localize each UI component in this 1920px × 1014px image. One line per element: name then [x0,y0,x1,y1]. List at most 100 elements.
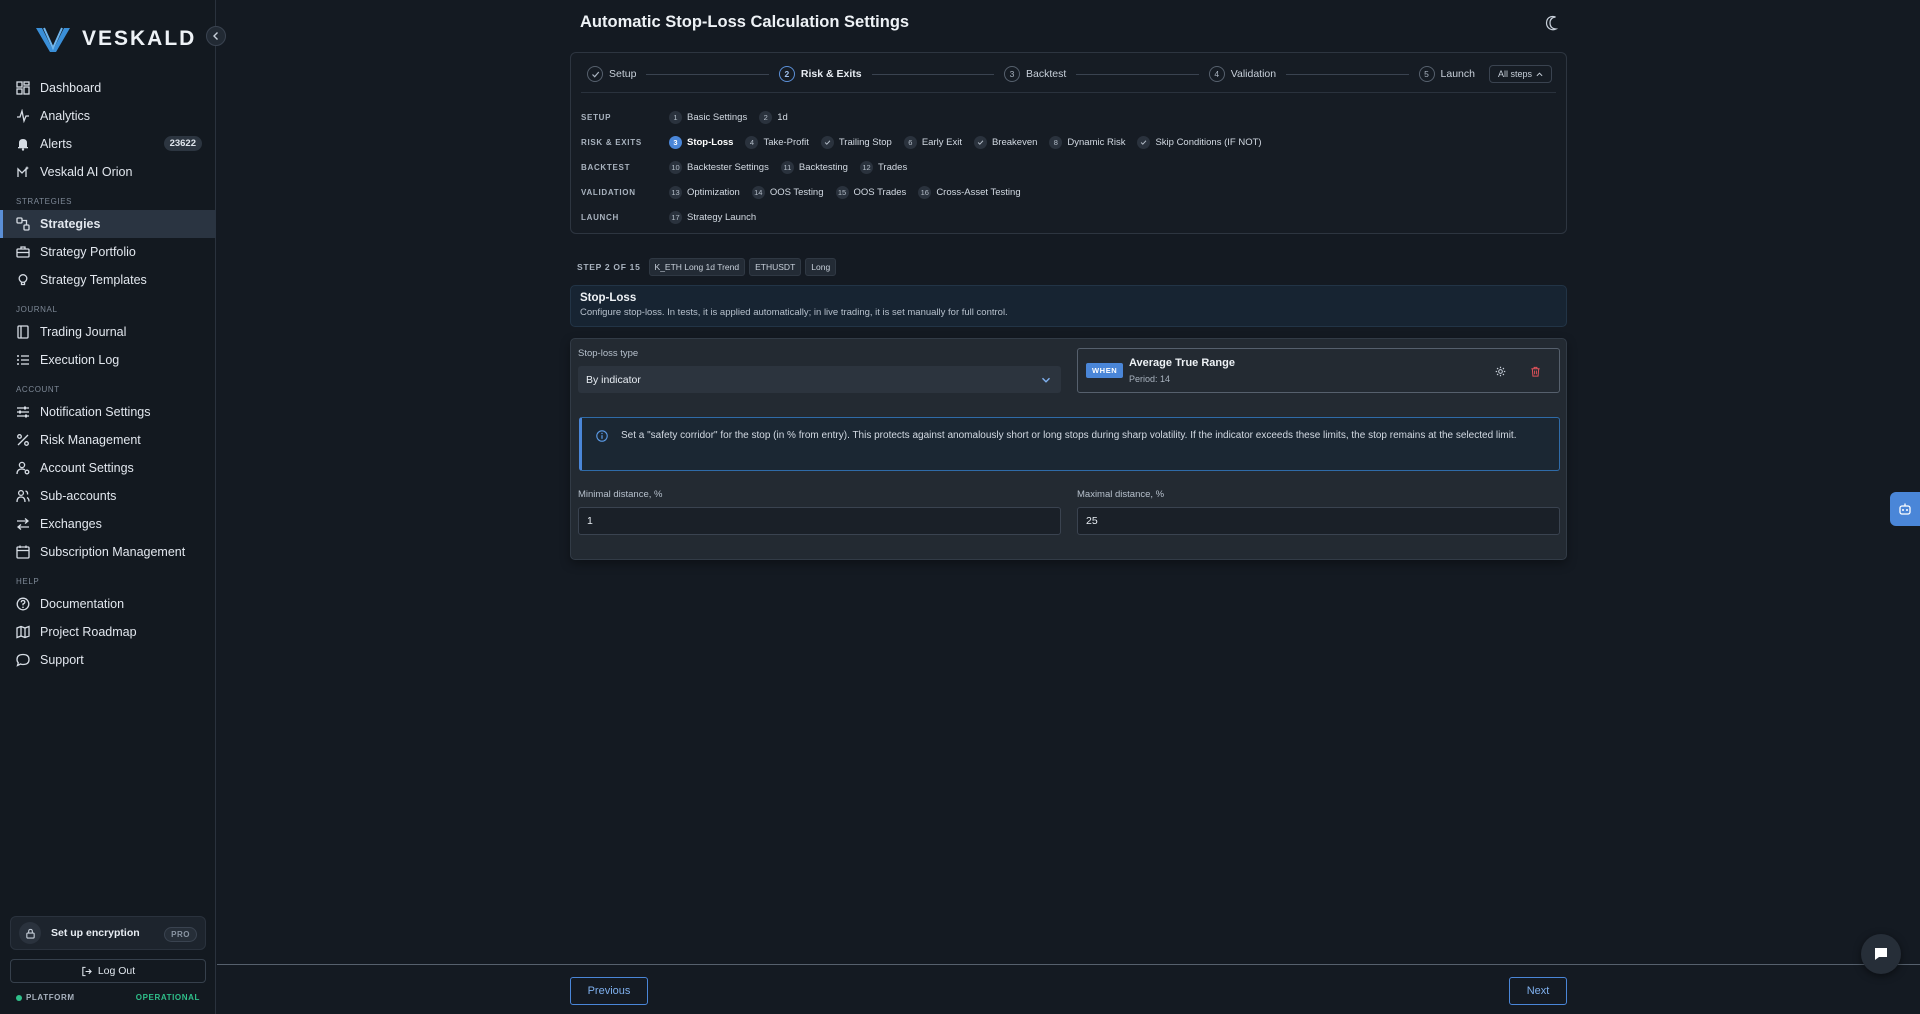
sidebar-item-project-roadmap[interactable]: Project Roadmap [0,618,216,646]
substep-early-exit[interactable]: 6 Early Exit [903,136,962,149]
sidebar-item-execution-log[interactable]: Execution Log [0,346,216,374]
platform-status-text: OPERATIONAL [135,993,200,1002]
sidebar-item-dashboard[interactable]: Dashboard [0,74,216,102]
dashboard-icon [16,81,30,95]
step-label: Setup [609,68,637,80]
direction-tag: Long [805,258,837,276]
indicator-name: Average True Range [1129,357,1235,369]
sidebar-item-strategy-templates[interactable]: Strategy Templates [0,266,216,294]
group-label: BACKTEST [581,163,631,172]
platform-label: PLATFORM [26,993,75,1002]
substep-label: Optimization [687,187,740,198]
substep-number: 10 [669,161,682,174]
substep-strategy-launch[interactable]: 17 Strategy Launch [669,211,756,224]
stop-loss-type-select[interactable]: By indicator [578,366,1061,393]
chat-icon [16,653,30,667]
brand-name: VESKALD [82,27,197,50]
step-meta: STEP 2 OF 15 K_ETH Long 1d Trend ETHUSDT… [577,258,837,276]
sidebar-item-strategy-portfolio[interactable]: Strategy Portfolio [0,238,216,266]
sidebar-item-subscription-management[interactable]: Subscription Management [0,538,216,566]
setup-encryption-card[interactable]: Set up encryption PRO [10,916,206,950]
substep-oos-testing[interactable]: 14 OOS Testing [751,186,824,199]
sidebar-item-label: Alerts [40,137,72,151]
substep-backtester-settings[interactable]: 10 Backtester Settings [669,161,769,174]
chat-launcher-button[interactable] [1861,934,1901,974]
sidebar-item-risk-management[interactable]: Risk Management [0,426,216,454]
users-icon [16,489,30,503]
step-validation[interactable]: 4 Validation [1208,66,1276,82]
gear-icon[interactable] [1495,366,1506,377]
ai-icon [17,166,29,177]
sidebar-item-exchanges[interactable]: Exchanges [0,510,216,538]
substep-timeframe[interactable]: 2 1d [759,111,788,124]
substep-number: 4 [745,136,759,149]
moon-icon[interactable] [1543,15,1559,31]
section-label-help: HELP [16,577,40,586]
steps-card: Setup 2 Risk & Exits 3 Backtest 4 Valida… [570,52,1567,234]
percent-icon [17,434,29,446]
min-distance-input[interactable]: 1 [578,507,1061,535]
next-label: Next [1526,985,1550,997]
substep-backtesting[interactable]: 11 Backtesting [780,161,848,174]
step-label: Risk & Exits [800,68,862,80]
book-icon [17,325,29,339]
substep-trades[interactable]: 12 Trades [859,161,907,174]
group-label: SETUP [581,113,612,122]
substep-stop-loss[interactable]: 3 Stop-Loss [669,136,733,149]
indicator-condition[interactable]: WHEN Average True Range Period: 14 [1077,348,1560,393]
substep-breakeven[interactable]: Breakeven [973,136,1038,149]
step-backtest[interactable]: 3 Backtest [1004,66,1066,82]
sidebar-item-documentation[interactable]: Documentation [0,590,216,618]
sidebar-item-alerts[interactable]: Alerts 23622 [0,130,216,158]
substep-trailing-stop[interactable]: Trailing Stop [820,136,892,149]
group-row-risk-exits: RISK & EXITS 3 Stop-Loss 4 Take-Profit Tra… [581,130,1274,155]
substep-skip-conditions[interactable]: Skip Conditions (IF NOT) [1137,136,1262,149]
all-steps-toggle[interactable]: All steps [1488,65,1552,83]
check-icon [587,66,603,82]
group-row-launch: LAUNCH 17 Strategy Launch [581,205,1274,230]
check-icon [973,136,987,149]
sidebar-item-label: Notification Settings [40,405,151,419]
substep-label: Breakeven [991,137,1038,148]
sidebar-collapse-button[interactable] [206,26,226,46]
trash-icon[interactable] [1530,366,1541,377]
analytics-icon [17,109,29,123]
sidebar-nav: Dashboard Analytics Alerts 23622 Veskald… [0,74,216,674]
sidebar-item-veskald-ai-orion[interactable]: Veskald AI Orion [0,158,216,186]
substep-take-profit[interactable]: 4 Take-Profit [745,136,809,149]
sidebar-item-account-settings[interactable]: Account Settings [0,454,216,482]
substep-number: 6 [903,136,917,149]
sidebar-item-sub-accounts[interactable]: Sub-accounts [0,482,216,510]
sidebar-item-strategies[interactable]: Strategies [0,210,216,238]
pro-badge: PRO [164,927,197,942]
ai-assistant-tab[interactable] [1890,492,1920,526]
step-launch[interactable]: 5 Launch [1418,66,1475,82]
sidebar-item-analytics[interactable]: Analytics [0,102,216,130]
section-label-account: ACCOUNT [16,385,60,394]
exchange-icon [16,518,30,530]
section-description: Configure stop-loss. In tests, it is app… [580,307,1008,318]
brand-logo[interactable]: VESKALD [34,24,196,54]
substep-number: 1 [669,111,682,124]
substep-cross-asset-testing[interactable]: 16 Cross-Asset Testing [918,186,1021,199]
calendar-icon [16,545,30,559]
substep-oos-trades[interactable]: 15 OOS Trades [835,186,906,199]
chevron-up-icon [1536,71,1543,76]
sidebar-item-trading-journal[interactable]: Trading Journal [0,318,216,346]
substep-dynamic-risk[interactable]: 8 Dynamic Risk [1049,136,1125,149]
stop-loss-type-value: By indicator [586,373,641,386]
sidebar-item-notification-settings[interactable]: Notification Settings [0,398,216,426]
step-setup[interactable]: Setup [587,66,636,82]
sidebar-item-label: Documentation [40,597,125,611]
next-button[interactable]: Next [1509,977,1567,1005]
check-icon [820,136,834,149]
step-risk-exits[interactable]: 2 Risk & Exits [778,66,862,82]
sidebar-item-support[interactable]: Support [0,646,216,674]
logout-button[interactable]: Log Out [10,959,206,983]
max-distance-input[interactable]: 25 [1077,507,1560,535]
previous-button[interactable]: Previous [570,977,648,1005]
substep-label: Strategy Launch [687,212,757,223]
substep-optimization[interactable]: 13 Optimization [669,186,740,199]
substep-label: Backtesting [798,162,848,173]
substep-basic-settings[interactable]: 1 Basic Settings [669,111,747,124]
